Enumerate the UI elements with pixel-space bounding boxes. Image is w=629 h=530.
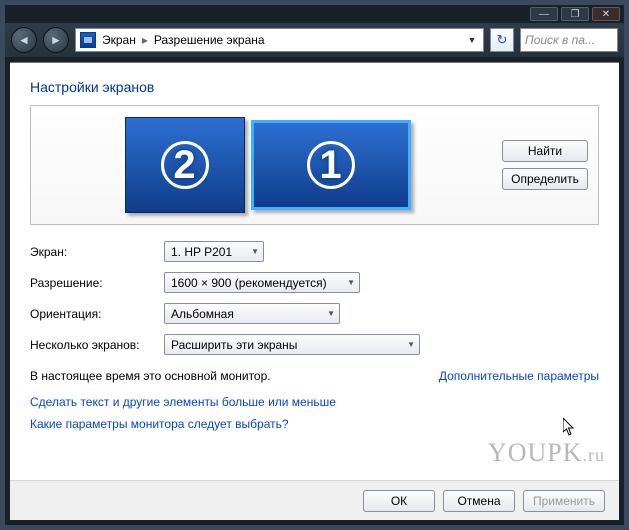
title-bar: — ❐ ✕	[5, 5, 624, 23]
dialog-footer: ОК Отмена Применить	[10, 480, 619, 520]
screen-label: Экран:	[30, 245, 164, 259]
cancel-button-label: Отмена	[457, 494, 500, 508]
watermark-suffix: .ru	[583, 445, 606, 465]
watermark: YOUPK.ru	[488, 438, 605, 468]
which-monitor-link[interactable]: Какие параметры монитора следует выбрать…	[30, 417, 599, 431]
refresh-button[interactable]: ↻	[490, 28, 514, 52]
search-placeholder: Поиск в па...	[525, 33, 595, 47]
screen-select[interactable]: 1. HP P201 ▼	[164, 241, 264, 262]
client-area: Настройки экранов 2 1 Найти Определить	[10, 62, 619, 520]
primary-monitor-status: В настоящее время это основной монитор.	[30, 369, 271, 383]
breadcrumb-item[interactable]: Экран	[102, 33, 136, 47]
multi-display-select-value: Расширить эти экраны	[171, 338, 297, 352]
page-title: Настройки экранов	[30, 79, 599, 95]
arrow-right-icon: ►	[50, 33, 62, 47]
advanced-settings-link[interactable]: Дополнительные параметры	[439, 369, 599, 383]
multi-display-label: Несколько экранов:	[30, 338, 164, 352]
find-button[interactable]: Найти	[502, 140, 588, 162]
orientation-select[interactable]: Альбомная ▼	[164, 303, 340, 324]
minimize-icon: —	[539, 9, 549, 20]
breadcrumb-dropdown[interactable]: ▼	[465, 29, 479, 51]
arrow-left-icon: ◄	[18, 33, 30, 47]
resolution-label: Разрешение:	[30, 276, 164, 290]
search-input[interactable]: Поиск в па...	[520, 28, 618, 52]
screen-select-value: 1. HP P201	[171, 245, 232, 259]
display-preview-box: 2 1 Найти Определить	[30, 105, 599, 225]
breadcrumb-item[interactable]: Разрешение экрана	[154, 33, 265, 47]
watermark-text: YOUPK	[488, 438, 583, 467]
identify-button[interactable]: Определить	[502, 168, 588, 190]
chevron-down-icon: ▼	[468, 35, 477, 45]
monitor-1[interactable]: 1	[251, 120, 411, 210]
nav-bar: ◄ ► Экран ▸ Разрешение экрана ▼ ↻ Поиск …	[5, 23, 624, 57]
find-button-label: Найти	[528, 144, 562, 158]
chevron-down-icon: ▼	[407, 340, 415, 349]
orientation-label: Ориентация:	[30, 307, 164, 321]
monitor-number: 2	[161, 141, 209, 189]
chevron-down-icon: ▼	[347, 278, 355, 287]
maximize-button[interactable]: ❐	[561, 7, 589, 21]
close-button[interactable]: ✕	[592, 7, 620, 21]
window-frame: — ❐ ✕ ◄ ► Экран ▸ Разрешение экрана ▼ ↻ …	[0, 0, 629, 530]
resolution-select-value: 1600 × 900 (рекомендуется)	[171, 276, 327, 290]
nav-back-button[interactable]: ◄	[11, 27, 37, 53]
refresh-icon: ↻	[497, 32, 508, 48]
cancel-button[interactable]: Отмена	[443, 490, 515, 512]
identify-button-label: Определить	[511, 172, 579, 186]
breadcrumb[interactable]: Экран ▸ Разрешение экрана ▼	[75, 28, 484, 52]
minimize-button[interactable]: —	[530, 7, 558, 21]
close-icon: ✕	[602, 9, 610, 20]
resolution-select[interactable]: 1600 × 900 (рекомендуется) ▼	[164, 272, 360, 293]
monitor-number: 1	[307, 141, 355, 189]
orientation-select-value: Альбомная	[171, 307, 234, 321]
maximize-icon: ❐	[571, 9, 580, 20]
monitor-2[interactable]: 2	[125, 117, 245, 213]
text-size-link[interactable]: Сделать текст и другие элементы больше и…	[30, 395, 599, 409]
nav-forward-button[interactable]: ►	[43, 27, 69, 53]
monitor-layout[interactable]: 2 1	[41, 114, 494, 216]
chevron-down-icon: ▼	[251, 247, 259, 256]
chevron-down-icon: ▼	[327, 309, 335, 318]
multi-display-select[interactable]: Расширить эти экраны ▼	[164, 334, 420, 355]
chevron-right-icon: ▸	[142, 33, 148, 47]
apply-button-label: Применить	[533, 494, 595, 508]
settings-form: Экран: 1. HP P201 ▼ Разрешение: 1600 × 9…	[30, 241, 599, 355]
ok-button[interactable]: ОК	[363, 490, 435, 512]
display-icon	[80, 32, 96, 48]
apply-button[interactable]: Применить	[523, 490, 605, 512]
ok-button-label: ОК	[391, 494, 407, 508]
